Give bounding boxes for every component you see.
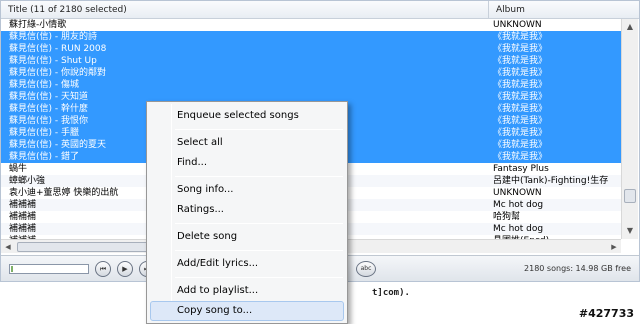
title-column-header[interactable]: Title (11 of 2180 selected) bbox=[1, 1, 489, 19]
song-title-cell: 蘇見信(信) - 傷城 bbox=[9, 80, 79, 90]
song-album-cell: 《我就是我》 bbox=[493, 92, 548, 102]
menu-item-delete-song[interactable]: Delete song bbox=[150, 227, 344, 247]
song-album-cell: 呂建中(Tank)-Fighting!生存 bbox=[493, 176, 609, 186]
song-row[interactable]: 蘇打綠-小情歌 UNKNOWN bbox=[1, 19, 621, 31]
song-title-cell: 蘇見信(信) - Shut Up bbox=[9, 56, 97, 66]
song-album-cell: 《我就是我》 bbox=[493, 116, 548, 126]
song-album-cell: Mc hot dog bbox=[493, 200, 544, 210]
previous-track-icon[interactable]: ⏮ bbox=[95, 261, 111, 277]
seek-bar-fill bbox=[11, 266, 13, 272]
song-album-cell: 《我就是我》 bbox=[493, 128, 548, 138]
album-column-header[interactable]: Album bbox=[489, 1, 619, 19]
menu-item-song-info[interactable]: Song info... bbox=[150, 180, 344, 200]
menu-item-select-all[interactable]: Select all bbox=[150, 133, 344, 153]
scroll-right-arrow-icon[interactable]: ▶ bbox=[607, 240, 621, 254]
play-icon[interactable]: ▶ bbox=[117, 261, 133, 277]
background-text: t]com). bbox=[372, 288, 410, 298]
scroll-up-arrow-icon[interactable]: ▲ bbox=[622, 19, 638, 35]
seek-bar[interactable] bbox=[9, 264, 89, 274]
song-row[interactable]: 蘇見信(信) - RUN 2008 《我就是我》 bbox=[1, 43, 621, 55]
song-row[interactable]: 蘇見信(信) - 傷城 《我就是我》 bbox=[1, 79, 621, 91]
menu-separator bbox=[175, 223, 343, 224]
menu-item-find[interactable]: Find... bbox=[150, 153, 344, 173]
horizontal-scroll-thumb[interactable] bbox=[17, 242, 167, 252]
song-title-cell: 蘇見信(信) - RUN 2008 bbox=[9, 44, 107, 54]
context-menu: Enqueue selected songs Select all Find..… bbox=[146, 101, 348, 324]
song-album-cell: UNKNOWN bbox=[493, 20, 542, 30]
menu-item-add-to-playlist[interactable]: Add to playlist... bbox=[150, 281, 344, 301]
song-album-cell: 《我就是我》 bbox=[493, 80, 548, 90]
song-album-cell: 哈狗幫 bbox=[493, 212, 521, 222]
watermark: #427733 bbox=[578, 307, 634, 320]
song-album-cell: 《我就是我》 bbox=[493, 44, 548, 54]
song-title-cell: 蘇見信(信) - 你說的鄰對 bbox=[9, 68, 106, 78]
song-album-cell: 《我就是我》 bbox=[493, 104, 548, 114]
song-album-cell: 《我就是我》 bbox=[493, 152, 548, 162]
song-album-cell: 《我就是我》 bbox=[493, 56, 548, 66]
song-album-cell: 《我就是我》 bbox=[493, 140, 548, 150]
menu-separator bbox=[175, 176, 343, 177]
song-title-cell: 蘇打綠-小情歌 bbox=[9, 20, 67, 30]
song-album-cell: 《我就是我》 bbox=[493, 68, 548, 78]
song-title-cell: 蘇見信(信) - 朋友的詩 bbox=[9, 32, 97, 42]
scroll-down-arrow-icon[interactable]: ▼ bbox=[622, 223, 638, 239]
song-list-header: Title (11 of 2180 selected) Album bbox=[1, 1, 639, 19]
menu-separator bbox=[175, 129, 343, 130]
song-album-cell: 《我就是我》 bbox=[493, 32, 548, 42]
scroll-left-arrow-icon[interactable]: ◀ bbox=[1, 240, 15, 254]
library-status-text: 2180 songs: 14.98 GB free bbox=[524, 264, 631, 273]
song-album-cell: Fantasy Plus bbox=[493, 164, 549, 174]
song-album-cell: UNKNOWN bbox=[493, 188, 542, 198]
menu-item-add-edit-lyrics[interactable]: Add/Edit lyrics... bbox=[150, 254, 344, 274]
abc-lyrics-button[interactable]: abc bbox=[356, 261, 376, 277]
vertical-scrollbar[interactable]: ▲ ▼ bbox=[621, 19, 638, 239]
menu-item-enqueue-selected-songs[interactable]: Enqueue selected songs bbox=[150, 106, 344, 126]
song-row[interactable]: 蘇見信(信) - Shut Up 《我就是我》 bbox=[1, 55, 621, 67]
menu-separator bbox=[175, 250, 343, 251]
menu-item-ratings[interactable]: Ratings... bbox=[150, 200, 344, 220]
song-row[interactable]: 蘇見信(信) - 朋友的詩 《我就是我》 bbox=[1, 31, 621, 43]
vertical-scroll-thumb[interactable] bbox=[624, 189, 636, 203]
menu-separator bbox=[175, 277, 343, 278]
song-album-cell: Mc hot dog bbox=[493, 224, 544, 234]
song-row[interactable]: 蘇見信(信) - 你說的鄰對 《我就是我》 bbox=[1, 67, 621, 79]
menu-item-copy-song-to[interactable]: Copy song to... bbox=[150, 301, 344, 321]
